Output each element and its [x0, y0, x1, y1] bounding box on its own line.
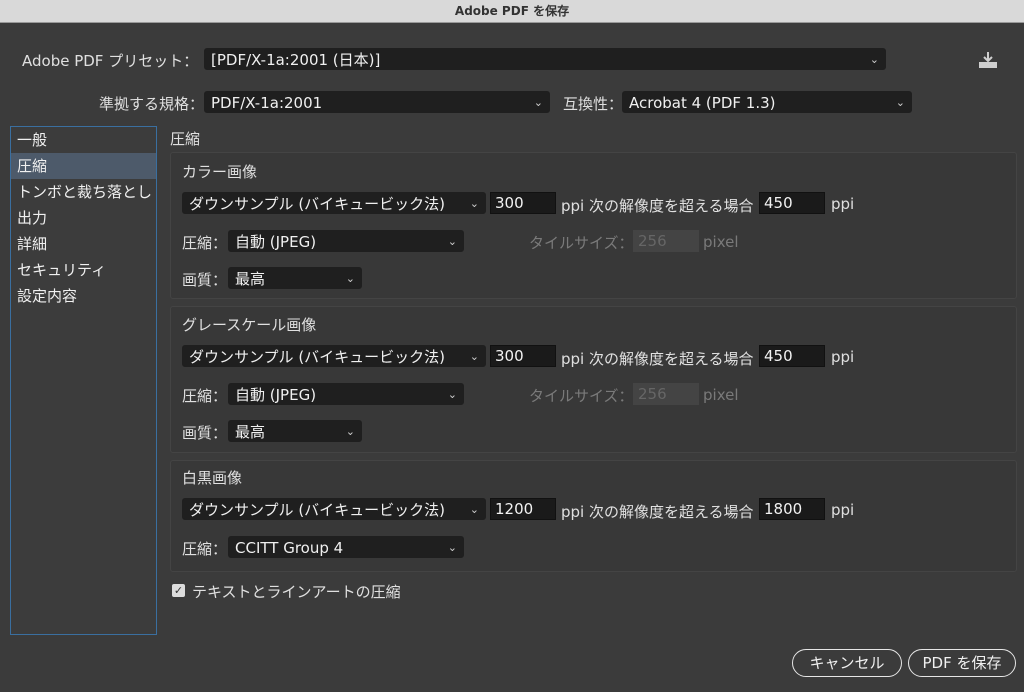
gray-tile-label: タイルサイズ： — [529, 387, 634, 405]
gray-quality-select[interactable]: 最高 ⌄ — [228, 420, 362, 442]
color-ppi-text: ppi 次の解像度を超える場合 — [561, 197, 754, 215]
standard-value: PDF/X-1a:2001 — [211, 94, 323, 112]
sidebar-item-general[interactable]: 一般 — [11, 127, 156, 153]
compatibility-value: Acrobat 4 (PDF 1.3) — [629, 94, 776, 112]
window-title: Adobe PDF を保存 — [0, 0, 1024, 23]
sidebar-item-output[interactable]: 出力 — [11, 205, 156, 231]
chevron-down-icon: ⌄ — [469, 197, 479, 210]
gray-ppi-unit: ppi — [831, 348, 855, 366]
mono-compression-label: 圧縮： — [182, 540, 228, 558]
gray-tile-unit: pixel — [703, 386, 739, 404]
cancel-button[interactable]: キャンセル — [792, 649, 902, 677]
chevron-down-icon: ⌄ — [447, 541, 457, 554]
gray-quality-value: 最高 — [235, 423, 266, 441]
mono-downsample-value: ダウンサンプル (バイキュービック法) — [189, 501, 446, 519]
color-downsample-value: ダウンサンプル (バイキュービック法) — [189, 195, 446, 213]
color-quality-value: 最高 — [235, 270, 266, 288]
gray-downsample-value: ダウンサンプル (バイキュービック法) — [189, 348, 446, 366]
gray-compression-label: 圧縮： — [182, 387, 228, 405]
chevron-down-icon: ⌄ — [895, 96, 905, 109]
color-tile-unit: pixel — [703, 233, 739, 251]
mono-downsample-select[interactable]: ダウンサンプル (バイキュービック法) ⌄ — [182, 498, 486, 520]
standard-label: 準拠する規格： — [99, 95, 205, 113]
color-ppi-input[interactable]: 300 — [490, 192, 556, 214]
save-preset-icon[interactable] — [977, 50, 999, 70]
gray-compression-value: 自動 (JPEG) — [235, 386, 317, 404]
chevron-down-icon: ⌄ — [533, 96, 543, 109]
chevron-down-icon: ⌄ — [447, 235, 457, 248]
chevron-down-icon: ⌄ — [869, 53, 879, 66]
color-images-title: カラー画像 — [182, 163, 258, 181]
sidebar-item-summary[interactable]: 設定内容 — [11, 283, 156, 309]
save-pdf-button[interactable]: PDF を保存 — [908, 649, 1016, 677]
panel-title: 圧縮 — [170, 130, 201, 148]
sidebar: 一般 圧縮 トンボと裁ち落とし 出力 詳細 セキュリティ 設定内容 — [10, 126, 157, 635]
color-compression-select[interactable]: 自動 (JPEG) ⌄ — [228, 230, 464, 252]
standard-select[interactable]: PDF/X-1a:2001 ⌄ — [204, 91, 550, 113]
mono-compression-select[interactable]: CCITT Group 4 ⌄ — [228, 536, 464, 558]
color-quality-label: 画質： — [182, 271, 228, 289]
compress-text-label: テキストとラインアートの圧縮 — [192, 583, 401, 601]
sidebar-item-compression[interactable]: 圧縮 — [11, 153, 156, 179]
mono-ppi-input[interactable]: 1200 — [490, 498, 556, 520]
sidebar-item-security[interactable]: セキュリティ — [11, 257, 156, 283]
grayscale-images-title: グレースケール画像 — [182, 316, 317, 334]
mono-threshold-input[interactable]: 1800 — [759, 498, 825, 520]
gray-compression-select[interactable]: 自動 (JPEG) ⌄ — [228, 383, 464, 405]
gray-ppi-text: ppi 次の解像度を超える場合 — [561, 350, 754, 368]
color-ppi-unit: ppi — [831, 195, 855, 213]
compatibility-select[interactable]: Acrobat 4 (PDF 1.3) ⌄ — [622, 91, 912, 113]
color-tile-input[interactable]: 256 — [633, 230, 699, 252]
chevron-down-icon: ⌄ — [469, 503, 479, 516]
compatibility-label: 互換性： — [563, 95, 624, 113]
preset-label: Adobe PDF プリセット： — [22, 52, 199, 70]
chevron-down-icon: ⌄ — [447, 388, 457, 401]
sidebar-item-advanced[interactable]: 詳細 — [11, 231, 156, 257]
gray-threshold-input[interactable]: 450 — [759, 345, 825, 367]
preset-value: [PDF/X-1a:2001 (日本)] — [211, 51, 381, 69]
mono-compression-value: CCITT Group 4 — [235, 539, 344, 557]
chevron-down-icon: ⌄ — [345, 425, 355, 438]
mono-ppi-unit: ppi — [831, 501, 855, 519]
chevron-down-icon: ⌄ — [469, 350, 479, 363]
color-downsample-select[interactable]: ダウンサンプル (バイキュービック法) ⌄ — [182, 192, 486, 214]
chevron-down-icon: ⌄ — [345, 272, 355, 285]
color-quality-select[interactable]: 最高 ⌄ — [228, 267, 362, 289]
color-compression-value: 自動 (JPEG) — [235, 233, 317, 251]
monochrome-images-title: 白黒画像 — [182, 469, 243, 487]
color-compression-label: 圧縮： — [182, 234, 228, 252]
color-threshold-input[interactable]: 450 — [759, 192, 825, 214]
compress-text-checkbox[interactable]: ✓ — [172, 584, 185, 597]
gray-quality-label: 画質： — [182, 424, 228, 442]
preset-select[interactable]: [PDF/X-1a:2001 (日本)] ⌄ — [204, 48, 886, 70]
color-tile-label: タイルサイズ： — [529, 234, 634, 252]
sidebar-item-marks-bleeds[interactable]: トンボと裁ち落とし — [11, 179, 156, 205]
mono-ppi-text: ppi 次の解像度を超える場合 — [561, 503, 754, 521]
gray-tile-input[interactable]: 256 — [633, 383, 699, 405]
gray-downsample-select[interactable]: ダウンサンプル (バイキュービック法) ⌄ — [182, 345, 486, 367]
gray-ppi-input[interactable]: 300 — [490, 345, 556, 367]
